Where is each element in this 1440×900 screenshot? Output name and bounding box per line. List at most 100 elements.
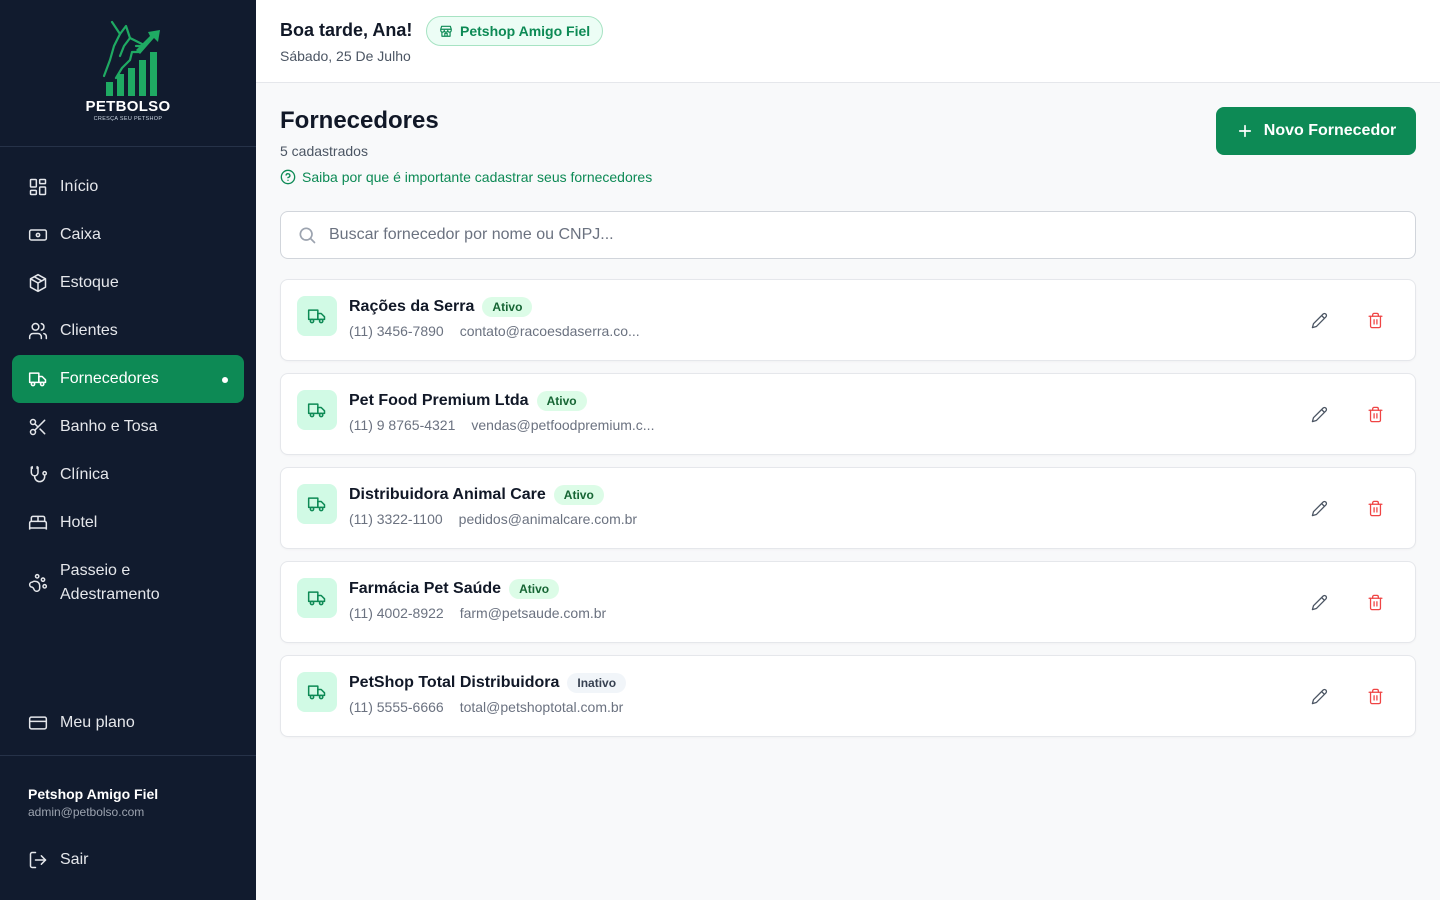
active-indicator-dot xyxy=(222,377,228,383)
sidebar-item-label: Clientes xyxy=(60,322,118,339)
supplier-icon-box xyxy=(297,672,337,712)
sidebar-item-caixa[interactable]: Caixa xyxy=(12,211,244,259)
supplier-contact: (11) 9 8765-4321 vendas@petfoodpremium.c… xyxy=(349,417,654,433)
delete-button[interactable] xyxy=(1363,684,1387,708)
sidebar-item-fornecedores[interactable]: Fornecedores xyxy=(12,355,244,403)
supplier-title-row: Pet Food Premium Ltda Ativo xyxy=(349,391,587,411)
supplier-card[interactable]: PetShop Total Distribuidora Inativo (11)… xyxy=(280,655,1416,737)
search-input[interactable] xyxy=(329,226,1329,244)
my-plan-link[interactable]: Meu plano xyxy=(12,699,244,747)
supplier-phone: (11) 3322-1100 xyxy=(349,511,443,527)
store-badge[interactable]: Petshop Amigo Fiel xyxy=(426,16,604,46)
supplier-name: Pet Food Premium Ltda xyxy=(349,392,529,409)
greeting: Boa tarde, Ana! xyxy=(280,20,413,40)
supplier-icon-box xyxy=(297,390,337,430)
pencil-icon xyxy=(1311,594,1327,610)
box-icon xyxy=(29,273,47,293)
store-badge-label: Petshop Amigo Fiel xyxy=(460,23,591,39)
sidebar-item-label: Hotel xyxy=(60,514,98,531)
supplier-name: Distribuidora Animal Care xyxy=(349,486,546,503)
pencil-icon xyxy=(1311,406,1327,422)
sidebar-item-passeio-e-adestramento[interactable]: Passeio e Adestramento xyxy=(12,547,244,619)
stethoscope-icon xyxy=(30,465,48,483)
sidebar-item-label: Clínica xyxy=(60,466,109,483)
truck-icon xyxy=(307,497,326,512)
scissors-icon xyxy=(29,418,46,436)
supplier-title-row: PetShop Total Distribuidora Inativo xyxy=(349,673,627,693)
sidebar-item-label: Banho e Tosa xyxy=(60,418,158,435)
help-circle-icon xyxy=(280,169,296,185)
sidebar-item-estoque[interactable]: Estoque xyxy=(12,259,244,307)
help-link-label: Saiba por que é importante cadastrar seu… xyxy=(302,169,653,185)
supplier-contact: (11) 3322-1100 pedidos@animalcare.com.br xyxy=(349,511,637,527)
sidebar-divider xyxy=(0,755,256,756)
top-header: Boa tarde, Ana! Petshop Amigo Fiel Sábad… xyxy=(256,0,1440,83)
sidebar-item-hotel[interactable]: Hotel xyxy=(12,499,244,547)
status-badge: Ativo xyxy=(482,297,533,317)
edit-button[interactable] xyxy=(1307,402,1331,426)
supplier-count: 5 cadastrados xyxy=(280,143,368,159)
store-icon xyxy=(440,25,452,37)
trash-icon xyxy=(1367,406,1383,422)
truck-icon xyxy=(307,403,326,418)
grid-icon xyxy=(29,178,47,196)
sidebar-item-banho-e-tosa[interactable]: Banho e Tosa xyxy=(12,403,244,451)
new-supplier-button[interactable]: Novo Fornecedor xyxy=(1216,107,1416,155)
petbolso-logo-icon xyxy=(102,20,160,96)
supplier-email: total@petshoptotal.com.br xyxy=(459,699,624,715)
supplier-card[interactable]: Distribuidora Animal Care Ativo (11) 332… xyxy=(280,467,1416,549)
delete-button[interactable] xyxy=(1363,496,1387,520)
logout-icon xyxy=(29,851,47,869)
sidebar-item-inicio[interactable]: Início xyxy=(12,163,244,211)
help-link[interactable]: Saiba por que é importante cadastrar seu… xyxy=(280,169,652,185)
supplier-card[interactable]: Pet Food Premium Ltda Ativo (11) 9 8765-… xyxy=(280,373,1416,455)
supplier-icon-box xyxy=(297,296,337,336)
supplier-title-row: Rações da Serra Ativo xyxy=(349,297,533,317)
edit-button[interactable] xyxy=(1307,684,1331,708)
supplier-phone: (11) 9 8765-4321 xyxy=(349,417,456,433)
delete-button[interactable] xyxy=(1363,590,1387,614)
sidebar-item-clientes[interactable]: Clientes xyxy=(12,307,244,355)
supplier-name: PetShop Total Distribuidora xyxy=(349,674,560,691)
supplier-phone: (11) 4002-8922 xyxy=(349,605,444,621)
pencil-icon xyxy=(1311,688,1327,704)
sidebar-item-label: Caixa xyxy=(60,226,101,243)
brand-name: PETBOLSO xyxy=(85,98,171,115)
logout-section: Sair xyxy=(12,836,244,884)
supplier-name: Rações da Serra xyxy=(349,298,475,315)
supplier-email: farm@petsaude.com.br xyxy=(459,605,607,621)
logo-area: PETBOLSO CRESÇA SEU PETSHOP xyxy=(0,0,256,147)
truck-icon xyxy=(307,591,326,606)
supplier-card[interactable]: Rações da Serra Ativo (11) 3456-7890 con… xyxy=(280,279,1416,361)
supplier-email: contato@racoesdaserra.co... xyxy=(459,323,640,339)
account-name: Petshop Amigo Fiel xyxy=(28,786,159,802)
edit-button[interactable] xyxy=(1307,308,1331,332)
supplier-icon-box xyxy=(297,484,337,524)
sidebar-item-label: Estoque xyxy=(60,274,119,291)
status-badge: Ativo xyxy=(536,391,587,411)
bed-icon xyxy=(28,515,48,530)
supplier-contact: (11) 4002-8922 farm@petsaude.com.br xyxy=(349,605,606,621)
sidebar-nav: Início Caixa Estoque Clientes Fornecedor… xyxy=(12,163,244,619)
supplier-card[interactable]: Farmácia Pet Saúde Ativo (11) 4002-8922 … xyxy=(280,561,1416,643)
my-plan-label: Meu plano xyxy=(60,714,135,731)
search-icon xyxy=(299,227,316,244)
sidebar-item-label: Fornecedores xyxy=(60,370,159,387)
delete-button[interactable] xyxy=(1363,308,1387,332)
status-badge: Ativo xyxy=(553,485,604,505)
supplier-list: Rações da Serra Ativo (11) 3456-7890 con… xyxy=(280,279,1416,749)
delete-button[interactable] xyxy=(1363,402,1387,426)
trash-icon xyxy=(1367,688,1383,704)
page-title: Fornecedores xyxy=(280,107,439,134)
supplier-name: Farmácia Pet Saúde xyxy=(349,580,502,597)
edit-button[interactable] xyxy=(1307,496,1331,520)
edit-button[interactable] xyxy=(1307,590,1331,614)
pencil-icon xyxy=(1311,312,1327,328)
cash-icon xyxy=(28,229,48,241)
paw-icon xyxy=(28,573,48,592)
account-info: Petshop Amigo Fiel admin@petbolso.com xyxy=(28,786,158,819)
logout-button[interactable]: Sair xyxy=(12,836,244,884)
sidebar-item-clinica[interactable]: Clínica xyxy=(12,451,244,499)
status-badge: Inativo xyxy=(567,673,627,693)
supplier-phone: (11) 3456-7890 xyxy=(349,323,444,339)
